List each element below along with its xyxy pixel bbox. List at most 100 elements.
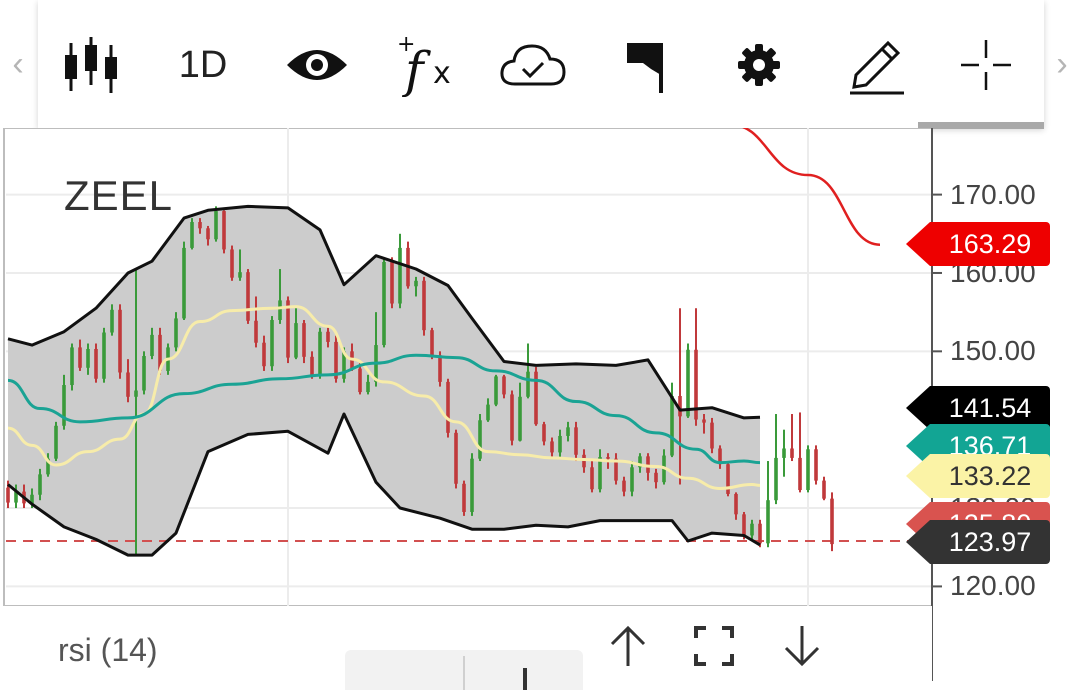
- candle-body: [814, 449, 818, 481]
- candle-body: [462, 483, 466, 512]
- candle-body: [630, 467, 634, 492]
- candle-body: [102, 332, 106, 379]
- candle-body: [182, 247, 186, 319]
- candle-body: [542, 424, 546, 442]
- candle-body: [326, 331, 330, 342]
- visibility-eye-icon[interactable]: [282, 30, 352, 100]
- candle-body: [422, 280, 426, 331]
- candle-body: [494, 376, 498, 405]
- toolbar: ‹ 1D + f x ›: [0, 0, 1080, 129]
- candle-body: [758, 523, 762, 544]
- candle-body: [222, 211, 226, 250]
- candle-body: [134, 390, 138, 397]
- flag-icon[interactable]: [622, 30, 672, 100]
- candle-body: [86, 348, 90, 368]
- candle-body: [310, 356, 314, 377]
- candle-body: [702, 419, 706, 423]
- candle-body: [734, 493, 738, 515]
- candle-body: [790, 448, 794, 458]
- candle-body: [566, 427, 570, 436]
- scroll-left-arrow-icon[interactable]: ‹: [8, 44, 28, 84]
- candle-body: [710, 422, 714, 449]
- candle-body: [390, 261, 394, 304]
- candle-body: [6, 487, 10, 503]
- chart-area[interactable]: ZEEL 170.00160.00150.00130.00120.00 163.…: [0, 128, 1080, 690]
- candle-body: [214, 211, 218, 240]
- candle-body: [486, 404, 490, 421]
- cloud-saved-icon[interactable]: [498, 30, 568, 100]
- candle-body: [278, 300, 282, 320]
- candle-body: [830, 498, 834, 545]
- candle-body: [150, 334, 154, 357]
- scroll-right-arrow-icon[interactable]: ›: [1052, 44, 1072, 84]
- candle-body: [174, 318, 178, 348]
- chart-type-candles-icon[interactable]: [56, 30, 126, 100]
- candle-body: [454, 432, 458, 484]
- candle-body: [302, 323, 306, 357]
- price-tag: 123.97: [906, 520, 1050, 564]
- bottom-tab-stub: [345, 650, 583, 690]
- candle-body: [70, 347, 74, 386]
- candle-body: [438, 355, 442, 382]
- candle-body: [414, 280, 418, 287]
- candle-body: [798, 457, 802, 491]
- candle-body: [118, 309, 122, 373]
- move-up-arrow-icon[interactable]: [608, 624, 648, 673]
- candle-body: [446, 381, 450, 433]
- indicator-bar: rsi (14): [0, 606, 932, 690]
- candle-body: [750, 523, 754, 536]
- price-tag: 133.22: [906, 454, 1050, 498]
- candle-body: [806, 449, 810, 491]
- candle-body: [550, 441, 554, 453]
- draw-pencil-icon[interactable]: [844, 30, 908, 100]
- y-tick-label: 150.00: [950, 335, 1036, 367]
- candle-body: [518, 396, 522, 441]
- crosshair-icon[interactable]: [956, 30, 1016, 100]
- candle-body: [246, 272, 250, 321]
- candle-body: [670, 395, 674, 456]
- candle-body: [126, 372, 130, 397]
- rsi-indicator-label[interactable]: rsi (14): [58, 632, 158, 669]
- candle-body: [582, 454, 586, 468]
- candle-body: [358, 368, 362, 393]
- candle-body: [254, 320, 258, 343]
- add-indicator-fx-icon[interactable]: + f x: [392, 30, 462, 100]
- candle-body: [822, 480, 826, 499]
- candle-body: [78, 347, 82, 368]
- candle-body: [766, 500, 770, 544]
- move-down-arrow-icon[interactable]: [782, 624, 822, 673]
- candle-body: [654, 472, 658, 483]
- toolbar-strip: 1D + f x: [38, 0, 1044, 128]
- candle-body: [590, 467, 594, 490]
- symbol-label: ZEEL: [64, 172, 174, 219]
- candle-body: [742, 514, 746, 536]
- candle-body: [598, 457, 602, 490]
- timeframe-button[interactable]: 1D: [168, 30, 238, 100]
- candle-body: [38, 474, 42, 495]
- candle-body: [262, 342, 266, 367]
- candle-body: [502, 376, 506, 395]
- candle-body: [470, 458, 474, 512]
- svg-text:x: x: [433, 56, 451, 91]
- tab-divider: [463, 656, 465, 690]
- candle-body: [270, 319, 274, 367]
- candle-body: [606, 457, 610, 459]
- candle-body: [510, 394, 514, 441]
- candle-body: [782, 448, 786, 458]
- candle-body: [54, 425, 58, 459]
- y-tick-label: 120.00: [950, 570, 1036, 602]
- y-tick-label: 170.00: [950, 178, 1036, 210]
- candle-body: [190, 222, 194, 248]
- settings-gear-icon[interactable]: [734, 30, 784, 100]
- fullscreen-icon[interactable]: [694, 626, 734, 671]
- candle-body: [318, 331, 322, 377]
- candle-body: [574, 427, 578, 455]
- candle-body: [198, 222, 202, 229]
- candle-body: [230, 249, 234, 278]
- candle-body: [238, 272, 242, 278]
- candle-body: [294, 323, 298, 358]
- candle-body: [558, 435, 562, 453]
- candle-body: [774, 457, 778, 501]
- candle-body: [430, 330, 434, 356]
- candle-body: [526, 371, 530, 397]
